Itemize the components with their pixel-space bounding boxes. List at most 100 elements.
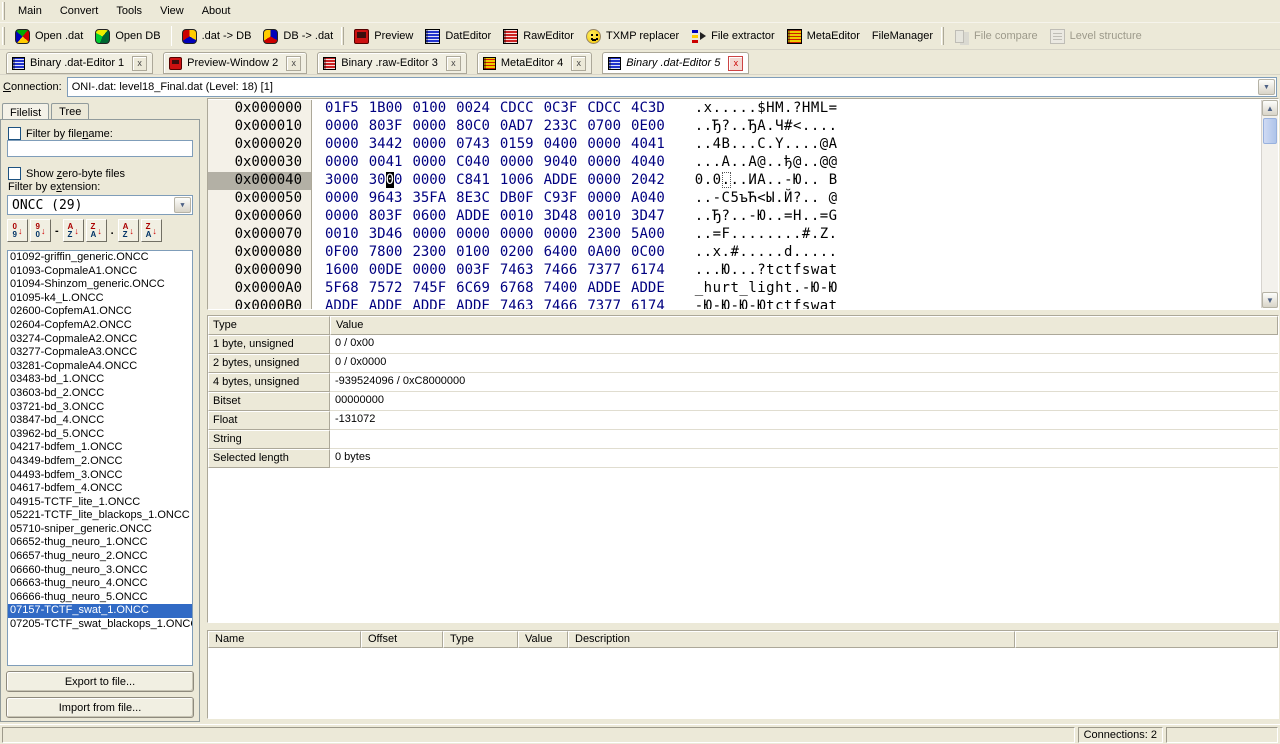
hex-byte-group[interactable]: 0743 <box>456 136 490 154</box>
hex-byte-group[interactable]: 7800 <box>369 244 403 262</box>
toolbar-button-open-db[interactable]: Open DB <box>89 25 166 47</box>
hex-bytes[interactable]: ADDEADDEADDEADDE7463746673776174 <box>312 298 665 309</box>
hex-byte-group[interactable]: 0100 <box>456 244 490 262</box>
hex-byte-group[interactable]: 0010 <box>500 208 534 226</box>
hex-row[interactable]: 0x000040300030000000C8411006ADDE00002042… <box>208 172 1260 190</box>
toolbar-button-open-dat[interactable]: Open .dat <box>9 25 89 47</box>
hex-byte-group[interactable]: 0000 <box>500 226 534 244</box>
hex-row[interactable]: 0x00002000003442000007430159040000004041… <box>208 136 1260 154</box>
hex-row[interactable]: 0x0000100000803F000080C00AD7233C07000E00… <box>208 118 1260 136</box>
hex-byte-group[interactable]: 0000 <box>325 208 359 226</box>
hex-ascii-text[interactable]: -Ю-Ю-Ю-Юtctfswat <box>695 298 838 309</box>
hex-byte-group[interactable]: 01F5 <box>325 100 359 118</box>
hex-ascii-text[interactable]: ..4B...C.Y....@A <box>695 136 838 154</box>
hex-byte-group[interactable]: 7572 <box>369 280 403 298</box>
hex-bytes[interactable]: 5F687572745F6C6967687400ADDEADDE <box>312 280 665 298</box>
connection-combobox[interactable]: ONI-.dat: level18_Final.dat (Level: 18) … <box>67 77 1277 97</box>
hex-byte-group[interactable]: 4041 <box>631 136 665 154</box>
hex-bytes[interactable]: 300030000000C8411006ADDE00002042 <box>312 172 665 190</box>
hex-byte-group[interactable]: 7466 <box>544 298 578 309</box>
hex-byte-group[interactable]: ADDE <box>631 280 665 298</box>
column-header-offset[interactable]: Offset <box>361 631 443 648</box>
list-item[interactable]: 02600-CopfemA1.ONCC <box>8 305 192 319</box>
list-item[interactable]: 04493-bdfem_3.ONCC <box>8 469 192 483</box>
hex-byte-group[interactable]: 0400 <box>544 136 578 154</box>
scroll-up-icon[interactable]: ▲ <box>1262 100 1278 116</box>
hex-byte-group[interactable]: 00DE <box>369 262 403 280</box>
close-icon[interactable]: x <box>446 56 461 71</box>
list-item[interactable]: 07205-TCTF_swat_blackops_1.ONCC <box>8 618 192 632</box>
menubar-grip[interactable] <box>2 2 5 20</box>
hex-byte-group[interactable]: 0000 <box>587 190 621 208</box>
hex-byte-group[interactable]: 0200 <box>500 244 534 262</box>
sidebar-tab-filelist[interactable]: Filelist <box>2 103 49 120</box>
hex-byte-group[interactable]: 0159 <box>500 136 534 154</box>
hex-byte-group[interactable]: 7463 <box>500 298 534 309</box>
hex-ascii-text[interactable]: ..x.#.....d..... <box>695 244 838 262</box>
hex-byte-group[interactable]: 2300 <box>587 226 621 244</box>
hex-bytes[interactable]: 00003442000007430159040000004041 <box>312 136 665 154</box>
hex-byte-group[interactable]: 0000 <box>412 154 446 172</box>
hex-byte-group[interactable]: ADDE <box>325 298 359 309</box>
hex-byte-group[interactable]: 7463 <box>500 262 534 280</box>
chevron-down-icon[interactable]: ▼ <box>174 197 191 213</box>
hex-byte-group[interactable]: 0010 <box>587 208 621 226</box>
hex-byte-group[interactable]: ADDE <box>412 298 446 309</box>
toolbar-button-dat-db[interactable]: .dat -> DB <box>176 25 258 47</box>
hex-byte-group[interactable]: 0000 <box>325 154 359 172</box>
tab-binary-raw-editor-3[interactable]: Binary .raw-Editor 3x <box>317 52 467 74</box>
hex-byte-group[interactable]: 6174 <box>631 262 665 280</box>
hex-byte-group[interactable]: 3000 <box>369 172 403 190</box>
hex-byte-group[interactable]: 6174 <box>631 298 665 309</box>
list-item[interactable]: 02604-CopfemA2.ONCC <box>8 319 192 333</box>
hex-byte-group[interactable]: 8E3C <box>456 190 490 208</box>
toolbar-button-file-extractor[interactable]: File extractor <box>685 25 781 47</box>
tab-metaeditor-4[interactable]: MetaEditor 4x <box>477 52 592 74</box>
show-zero-byte-checkbox[interactable] <box>8 167 21 180</box>
hex-bytes[interactable]: 01F51B0001000024CDCC0C3FCDCC4C3D <box>312 100 665 118</box>
list-item[interactable]: 03483-bd_1.ONCC <box>8 373 192 387</box>
close-icon[interactable]: x <box>286 56 301 71</box>
scroll-down-icon[interactable]: ▼ <box>1262 292 1278 308</box>
close-icon[interactable]: x <box>571 56 586 71</box>
tab-binary-dat-editor-5[interactable]: Binary .dat-Editor 5x <box>602 52 749 74</box>
tab-preview-window-2[interactable]: Preview-Window 2x <box>163 52 307 74</box>
hex-byte-group[interactable]: 0C00 <box>631 244 665 262</box>
list-item[interactable]: 01094-Shinzom_generic.ONCC <box>8 278 192 292</box>
hex-row[interactable]: 0x0000B0ADDEADDEADDEADDE7463746673776174… <box>208 298 1260 309</box>
hex-bytes[interactable]: 0000803F0600ADDE00103D4800103D47 <box>312 208 665 226</box>
hex-byte-group[interactable]: 6768 <box>500 280 534 298</box>
list-item[interactable]: 06652-thug_neuro_1.ONCC <box>8 536 192 550</box>
hex-byte-group[interactable]: 0AD7 <box>500 118 534 136</box>
list-item[interactable]: 03274-CopmaleA2.ONCC <box>8 333 192 347</box>
toolbar-button-raweditor[interactable]: RawEditor <box>497 25 580 47</box>
sort-button-9-0[interactable]: 90↓ <box>30 219 51 242</box>
sort-button-0-9[interactable]: 09↓ <box>7 219 28 242</box>
hex-byte-group[interactable]: 0000 <box>500 154 534 172</box>
list-item[interactable]: 04617-bdfem_4.ONCC <box>8 482 192 496</box>
hex-byte-group[interactable]: 4040 <box>631 154 665 172</box>
hex-byte-group[interactable]: 803F <box>369 208 403 226</box>
hex-byte-group[interactable]: 9040 <box>544 154 578 172</box>
hex-byte-group[interactable]: 0000 <box>325 118 359 136</box>
hex-byte-group[interactable]: 6C69 <box>456 280 490 298</box>
hex-row[interactable]: 0x0000A05F687572745F6C6967687400ADDEADDE… <box>208 280 1260 298</box>
hex-byte-group[interactable]: CDCC <box>500 100 534 118</box>
list-item[interactable]: 06657-thug_neuro_2.ONCC <box>8 550 192 564</box>
hex-ascii-text[interactable]: _hurt_light.-Ю-Ю <box>695 280 838 298</box>
hex-byte-group[interactable]: 1006 <box>500 172 534 190</box>
menu-item-about[interactable]: About <box>193 1 240 21</box>
hex-bytes[interactable]: 000000410000C0400000904000004040 <box>312 154 665 172</box>
hex-byte-group[interactable]: 5A00 <box>631 226 665 244</box>
hex-byte-group[interactable]: C841 <box>456 172 490 190</box>
hex-byte-group[interactable]: 0E00 <box>631 118 665 136</box>
hex-byte-group[interactable]: 233C <box>544 118 578 136</box>
list-item[interactable]: 03603-bd_2.ONCC <box>8 387 192 401</box>
hex-byte-group[interactable]: 0A00 <box>587 244 621 262</box>
hex-row[interactable]: 0x00007000103D46000000000000000023005A00… <box>208 226 1260 244</box>
toolbar-button-db-dat[interactable]: DB -> .dat <box>257 25 339 47</box>
hex-byte-group[interactable]: ADDE <box>544 172 578 190</box>
menu-item-main[interactable]: Main <box>9 1 51 21</box>
hex-bytes[interactable]: 0F00780023000100020064000A000C00 <box>312 244 665 262</box>
hex-byte-group[interactable]: 0041 <box>369 154 403 172</box>
